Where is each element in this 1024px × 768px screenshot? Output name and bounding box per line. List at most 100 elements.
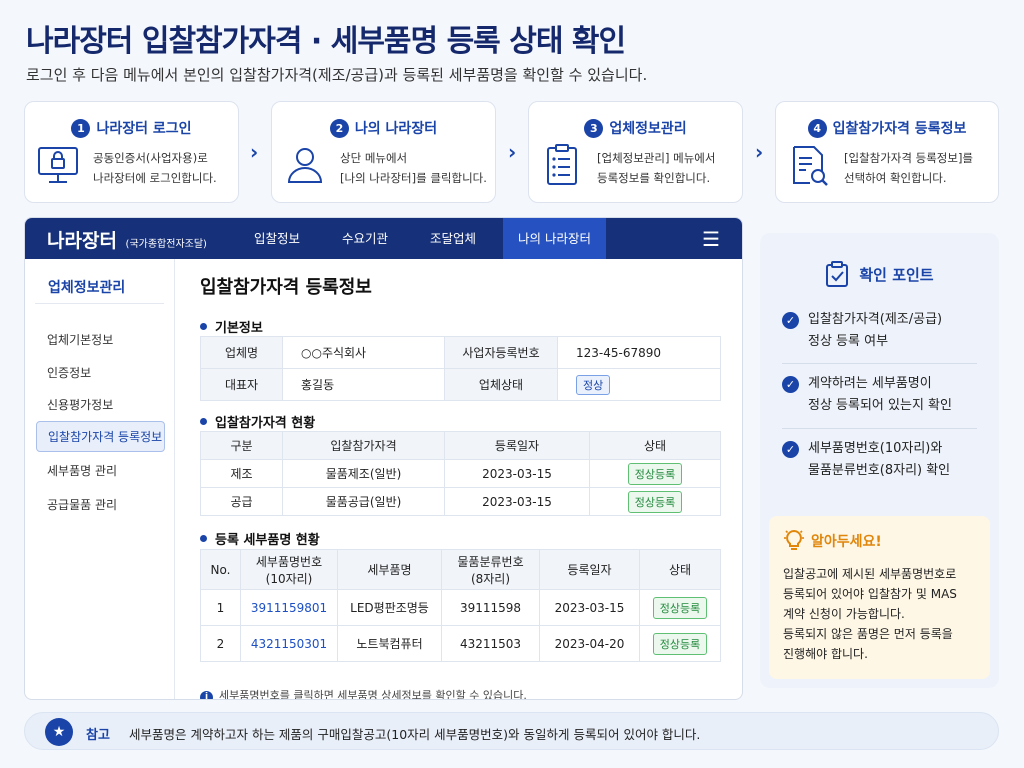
- brand-subtitle: (국가종합전자조달): [125, 239, 207, 250]
- item-no: 2: [200, 625, 241, 662]
- section-heading-basic: 기본정보: [200, 317, 263, 336]
- table-header: 등록일자: [539, 549, 640, 590]
- qual-name: 물품제조(일반): [282, 459, 445, 488]
- check-icon: ✓: [782, 441, 799, 458]
- page-title: 나라장터 입찰참가자격 · 세부품명 등록 상태 확인: [26, 24, 626, 59]
- info-icon: i: [200, 691, 213, 699]
- section-heading-qualification: 입찰참가자격 현황: [200, 412, 315, 431]
- step-description: 공동인증서(사업자용)로 나라장터에 로그인합니다.: [93, 151, 217, 185]
- detail-item-name: 노트북컴퓨터: [337, 625, 442, 662]
- table-row: 1 3911159801 LED평판조명등 39111598 2023-03-1…: [200, 589, 721, 626]
- classification-number: 39111598: [441, 589, 540, 626]
- status-badge: 정상: [576, 374, 611, 395]
- classification-number: 43211503: [441, 625, 540, 662]
- tip-body: 입찰공고에 제시된 세부품명번호로 등록되어 있어야 입찰참가 및 MAS 계약…: [783, 567, 957, 661]
- step-title: 나의 나라장터: [354, 121, 438, 137]
- business-number-label: 사업자등록번호: [444, 336, 558, 369]
- table-row: 제조 물품제조(일반) 2023-03-15 정상등록: [200, 459, 721, 488]
- table-header: 물품분류번호 (8자리): [441, 549, 540, 590]
- tip-title: 알아두세요!: [811, 534, 882, 550]
- brand-logo[interactable]: 나라장터 (국가종합전자조달): [47, 226, 207, 253]
- sidebar-item-basic-info[interactable]: 업체기본정보: [47, 331, 113, 348]
- qual-name: 물품공급(일반): [282, 487, 445, 516]
- nav-item-suppliers[interactable]: 조달업체: [415, 218, 491, 259]
- sidebar-item-credit-rating[interactable]: 신용평가정보: [47, 396, 113, 413]
- ceo-label: 대표자: [200, 368, 283, 401]
- basic-info-table: 업체명 ○○주식회사 사업자등록번호 123-45-67890 대표자 홍길동 …: [200, 336, 721, 401]
- table-header: 상태: [589, 431, 721, 460]
- step-arrow: ›: [508, 140, 517, 164]
- business-number-value: 123-45-67890: [557, 336, 721, 369]
- step-title: 업체정보관리: [609, 121, 687, 137]
- step-card-my-nara: 2 나의 나라장터 상단 메뉴에서 [나의 나라장터]를 클릭합니다.: [271, 101, 496, 203]
- status-badge: 정상등록: [652, 596, 708, 619]
- sidebar-item-qualification[interactable]: 입찰참가자격 등록정보: [36, 421, 165, 452]
- status-badge: 정상등록: [627, 490, 683, 513]
- company-name-value: ○○주식회사: [282, 336, 445, 369]
- sidebar-heading[interactable]: 업체정보관리: [48, 277, 125, 297]
- top-nav: 나라장터 (국가종합전자조달) 입찰정보 수요기관 조달업체 나의 나라장터 ☰: [25, 218, 742, 259]
- divider: [782, 363, 977, 364]
- document-search-icon: [793, 146, 828, 186]
- step-number: 4: [807, 119, 827, 138]
- reference-label: 참고: [86, 728, 110, 743]
- item-date: 2023-03-15: [539, 589, 640, 626]
- status-badge: 정상등록: [652, 632, 708, 655]
- tip-box: 알아두세요! 입찰공고에 제시된 세부품명번호로 등록되어 있어야 입찰참가 및…: [769, 516, 990, 679]
- note-text: 세부품명번호를 클릭하면 세부품명 상세정보를 확인할 수 있습니다.: [219, 689, 527, 700]
- nara-window: 나라장터 (국가종합전자조달) 입찰정보 수요기관 조달업체 나의 나라장터 ☰…: [24, 217, 743, 700]
- table-note: i 세부품명번호를 클릭하면 세부품명 상세정보를 확인할 수 있습니다.: [200, 687, 527, 700]
- qualification-table: 구분 입찰참가자격 등록일자 상태 제조 물품제조(일반) 2023-03-15…: [200, 431, 721, 516]
- detail-items-table: No. 세부품명번호 (10자리) 세부품명 물품분류번호 (8자리) 등록일자…: [200, 549, 721, 662]
- clipboard-check-icon: [826, 261, 849, 287]
- table-row: 2 4321150301 노트북컴퓨터 43211503 2023-04-20 …: [200, 625, 721, 662]
- reference-footer: ★ 참고 세부품명은 계약하고자 하는 제품의 구매입찰공고(10자리 세부품명…: [24, 712, 999, 750]
- step-title: 입찰참가자격 등록정보: [832, 121, 967, 137]
- step-card-login: 1 나라장터 로그인 공동인증서(사업자용)로 나라장터에 로그인합니다.: [24, 101, 239, 203]
- sidebar-divider: [35, 303, 164, 304]
- user-icon: [287, 148, 323, 183]
- step-title: 나라장터 로그인: [96, 121, 192, 137]
- company-name-label: 업체명: [200, 336, 283, 369]
- sidebar: 업체정보관리 업체기본정보 인증정보 신용평가정보 입찰참가자격 등록정보 세부…: [25, 259, 175, 699]
- step-description: 상단 메뉴에서 [나의 나라장터]를 클릭합니다.: [340, 151, 487, 185]
- page-subtitle: 로그인 후 다음 메뉴에서 본인의 입찰참가자격(제조/공급)과 등록된 세부품…: [26, 66, 648, 84]
- main-content: 입찰참가자격 등록정보 기본정보 업체명 ○○주식회사 사업자등록번호 123-…: [176, 259, 742, 699]
- table-header: 등록일자: [444, 431, 590, 460]
- sidebar-item-certification[interactable]: 인증정보: [47, 364, 91, 381]
- table-header: 입찰참가자격: [282, 431, 445, 460]
- table-header: 세부품명: [337, 549, 442, 590]
- table-row: 공급 물품공급(일반) 2023-03-15 정상등록: [200, 487, 721, 516]
- checkpoint-item: ✓ 세부품명번호(10자리)와 물품분류번호(8자리) 확인: [782, 438, 982, 482]
- star-icon: ★: [45, 718, 73, 746]
- item-no: 1: [200, 589, 241, 626]
- step-arrow: ›: [250, 140, 259, 164]
- ceo-value: 홍길동: [282, 368, 445, 401]
- qual-type: 공급: [200, 487, 283, 516]
- monitor-lock-icon: [38, 147, 78, 183]
- detail-item-number-link[interactable]: 4321150301: [251, 637, 327, 651]
- table-header: 세부품명번호 (10자리): [240, 549, 338, 590]
- nav-item-agencies[interactable]: 수요기관: [327, 218, 403, 259]
- table-header: No.: [200, 549, 241, 590]
- qual-date: 2023-03-15: [444, 459, 590, 488]
- detail-item-number-link[interactable]: 3911159801: [251, 601, 327, 615]
- checkpoint-item: ✓ 계약하려는 세부품명이 정상 등록되어 있는지 확인: [782, 373, 982, 417]
- nav-item-my-nara[interactable]: 나의 나라장터: [503, 218, 606, 259]
- table-header: 구분: [200, 431, 283, 460]
- check-icon: ✓: [782, 376, 799, 393]
- table-header: 상태: [639, 549, 721, 590]
- step-card-company-info: 3 업체정보관리 [업체정보관리] 메뉴에서 등록정보를 확인합니다.: [528, 101, 743, 203]
- step-card-qualification: 4 입찰참가자격 등록정보 [입찰참가자격 등록정보]를 선택하여 확인합니다.: [775, 101, 999, 203]
- hamburger-menu-icon[interactable]: ☰: [702, 227, 720, 251]
- check-icon: ✓: [782, 312, 799, 329]
- step-number: 2: [329, 119, 349, 138]
- sidebar-item-detail-items[interactable]: 세부품명 관리: [47, 462, 117, 479]
- lightbulb-icon: [784, 529, 804, 550]
- step-description: [업체정보관리] 메뉴에서 등록정보를 확인합니다.: [597, 151, 716, 185]
- step-arrow: ›: [755, 140, 764, 164]
- sidebar-item-supply-items[interactable]: 공급물품 관리: [47, 496, 117, 513]
- step-description: [입찰참가자격 등록정보]를 선택하여 확인합니다.: [844, 151, 974, 185]
- checkpoint-title: 확인 포인트: [859, 266, 934, 284]
- nav-item-bid-info[interactable]: 입찰정보: [239, 218, 315, 259]
